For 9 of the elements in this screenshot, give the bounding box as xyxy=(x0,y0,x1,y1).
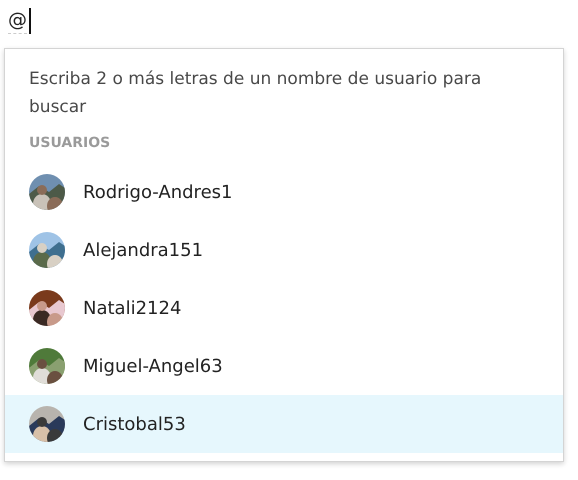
user-option[interactable]: Cristobal53 xyxy=(5,395,563,453)
user-option[interactable]: Natali2124 xyxy=(5,279,563,337)
user-option[interactable]: Miguel-Angel63 xyxy=(5,337,563,395)
user-option[interactable]: Rodrigo-Andres1 xyxy=(5,163,563,221)
hint-text: Escriba 2 o más letras de un nombre de usuario para buscar xyxy=(28,68,482,119)
text-cursor xyxy=(29,8,30,34)
editor-input[interactable]: @ xyxy=(8,8,27,34)
user-option[interactable]: Alejandra151 xyxy=(5,221,563,279)
section-heading: USUARIOS xyxy=(28,134,112,153)
